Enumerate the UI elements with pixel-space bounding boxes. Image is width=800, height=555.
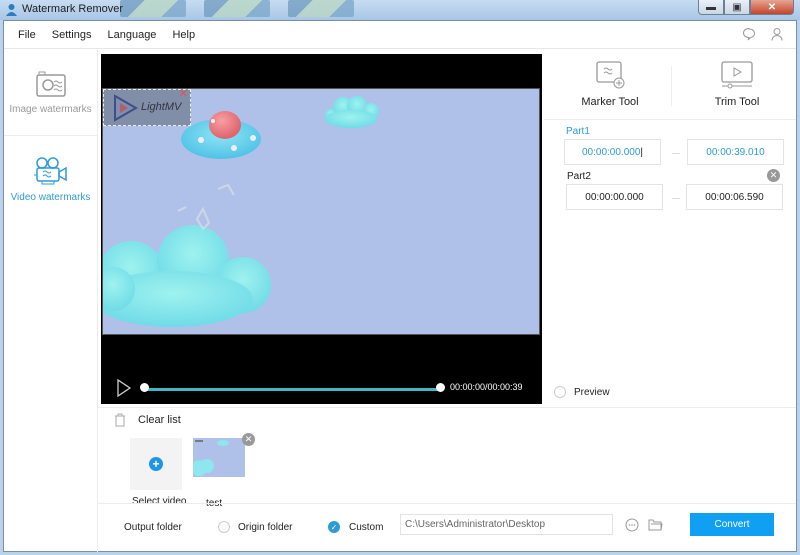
chat-bubble-icon[interactable] — [742, 27, 756, 41]
sidebar: Image watermarks Video watermarks — [4, 50, 98, 552]
app-icon — [5, 3, 18, 16]
part1-start-input[interactable]: 00:00:00.000| — [564, 139, 661, 165]
convert-button[interactable]: Convert — [690, 513, 774, 536]
trim-tool-icon — [720, 60, 754, 90]
lightmv-logo-icon — [110, 93, 140, 123]
play-icon[interactable] — [116, 379, 132, 397]
part1-label: Part1 — [566, 126, 590, 137]
range-dash — [672, 198, 680, 199]
ufo-dome — [209, 111, 241, 139]
part1-end-input[interactable]: 00:00:39.010 — [687, 139, 784, 165]
maximize-button[interactable]: ▣ — [724, 0, 750, 15]
more-options-icon[interactable] — [625, 518, 639, 532]
small-cloud — [325, 96, 379, 128]
menu-file[interactable]: File — [18, 29, 36, 41]
camera-icon — [35, 70, 67, 98]
thumbnail-image — [193, 438, 245, 477]
sidebar-item-image-watermarks[interactable]: Image watermarks — [4, 50, 97, 136]
remove-part2-icon[interactable]: ✕ — [767, 169, 780, 182]
watermark-remove-icon[interactable]: ✕ — [179, 88, 188, 100]
big-cloud — [103, 225, 271, 327]
video-thumbnail[interactable] — [193, 438, 245, 477]
custom-folder-radio[interactable]: ✓ — [328, 521, 340, 533]
output-folder-label: Output folder — [124, 522, 182, 533]
trim-tool-button[interactable]: Trim Tool — [677, 60, 797, 108]
taskbar-thumbnails — [120, 0, 354, 18]
origin-folder-label[interactable]: Origin folder — [238, 522, 292, 533]
preview-option[interactable]: Preview — [554, 386, 610, 398]
watermark-text: LightMV — [141, 101, 181, 113]
trash-icon — [114, 413, 126, 427]
close-button[interactable]: ✕ — [750, 0, 794, 15]
video-camera-icon — [33, 156, 69, 186]
menu-language[interactable]: Language — [107, 29, 156, 41]
part2-label: Part2 — [567, 171, 591, 182]
title-bar: Watermark Remover ▬ ▣ ✕ — [0, 0, 800, 20]
origin-folder-radio[interactable] — [218, 521, 230, 533]
output-path-input[interactable] — [400, 514, 613, 535]
folder-icon[interactable] — [648, 518, 663, 531]
tool-tabs: Marker Tool Trim Tool — [544, 50, 796, 120]
faded-letters — [178, 185, 234, 229]
minimize-button[interactable]: ▬ — [698, 0, 724, 15]
preview-radio[interactable] — [554, 386, 566, 398]
part1-start-value: 00:00:00.000 — [582, 147, 640, 158]
watermark-selection-box[interactable]: LightMV ✕ — [103, 89, 191, 126]
marker-tool-icon — [594, 60, 626, 90]
clear-list-label: Clear list — [138, 414, 181, 426]
select-video-button[interactable]: + — [130, 438, 182, 490]
video-frame[interactable]: LightMV ✕ — [102, 88, 540, 335]
divider — [98, 407, 796, 408]
app-window: File Settings Language Help Image waterm… — [3, 20, 797, 552]
time-display: 00:00:00/00:00:39 — [450, 382, 523, 392]
right-panel: Marker Tool Trim Tool Part1 00:00:00.000… — [544, 50, 796, 408]
tool-divider — [671, 66, 672, 106]
part2-end-value: 00:00:06.590 — [705, 192, 763, 203]
custom-folder-label[interactable]: Custom — [349, 522, 383, 533]
remove-video-icon[interactable]: ✕ — [242, 433, 255, 446]
sidebar-item-label: Video watermarks — [11, 192, 91, 203]
progress-end-handle[interactable] — [436, 383, 445, 392]
minimize-icon: ▬ — [706, 2, 716, 13]
progress-track[interactable] — [144, 388, 440, 391]
clear-list-button[interactable]: Clear list — [114, 413, 181, 427]
window-title: Watermark Remover — [22, 3, 123, 15]
preview-label: Preview — [574, 387, 610, 398]
part1-end-value: 00:00:39.010 — [706, 147, 764, 158]
video-player: LightMV ✕ 00:00:00/00:00:39 — [101, 54, 542, 404]
part2-end-input[interactable]: 00:00:06.590 — [686, 184, 783, 210]
menu-bar: File Settings Language Help — [4, 21, 796, 49]
plus-icon: + — [149, 457, 163, 471]
menu-settings[interactable]: Settings — [52, 29, 92, 41]
part2-start-input[interactable]: 00:00:00.000 — [566, 184, 663, 210]
sidebar-item-video-watermarks[interactable]: Video watermarks — [4, 136, 97, 222]
maximize-icon: ▣ — [732, 2, 741, 13]
sidebar-item-label: Image watermarks — [9, 104, 91, 115]
marker-tool-label: Marker Tool — [581, 96, 638, 108]
user-icon[interactable] — [770, 27, 784, 41]
close-icon: ✕ — [768, 2, 776, 13]
player-controls: 00:00:00/00:00:39 — [101, 370, 542, 404]
marker-tool-button[interactable]: Marker Tool — [550, 60, 670, 108]
menu-help[interactable]: Help — [172, 29, 195, 41]
progress-start-handle[interactable] — [140, 383, 149, 392]
part2-start-value: 00:00:00.000 — [585, 192, 643, 203]
trim-tool-label: Trim Tool — [715, 96, 760, 108]
range-dash — [672, 153, 680, 154]
output-bar: Output folder Origin folder ✓ Custom Con… — [98, 503, 796, 552]
